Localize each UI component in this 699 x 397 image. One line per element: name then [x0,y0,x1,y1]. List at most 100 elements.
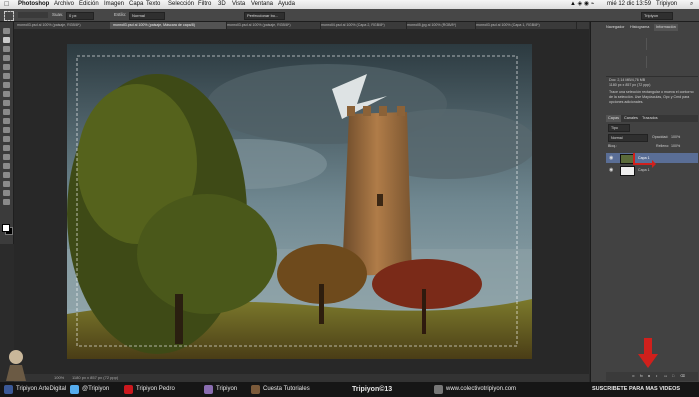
tab-trazados[interactable]: Trazados [642,115,658,122]
layer-style-icon[interactable]: fx [640,374,643,378]
apple-icon[interactable]:  [4,0,9,9]
workspace-select[interactable]: Tripiyon [641,12,673,20]
info-tool-hint: Trace una selección rectangular o mueva … [609,90,694,104]
crop-tool-icon[interactable] [3,64,10,70]
ct-text[interactable]: Cuesta Tutoriales [263,382,310,397]
brush-tool-icon[interactable] [3,91,10,97]
tab-informacion[interactable]: Información [654,24,678,31]
zoom-level[interactable]: 100% [54,374,64,382]
blur-tool-icon[interactable] [3,136,10,142]
spotlight-icon[interactable]: ⌕ [690,0,693,9]
menu-archivo[interactable]: Archivo [54,0,74,9]
tab-document-4[interactable]: monroll4.psd al 100% (Capa 2, RGB/8*) [318,22,407,29]
estilo-select[interactable]: Normal [129,12,165,20]
hand-tool-icon[interactable] [3,190,10,196]
history-brush-tool-icon[interactable] [3,109,10,115]
red-down-arrow-annotation [638,338,658,368]
info-readouts [606,32,698,77]
tab-navegador[interactable]: Navegador [606,24,625,31]
menu-filtro[interactable]: Filtro [198,0,211,9]
site-text[interactable]: www.colectivotripiyon.com [446,382,516,397]
blend-mode-select[interactable]: Normal [608,134,648,142]
menu-ventana[interactable]: Ventana [251,0,273,9]
social-bar: Tripiyon ArteDigital @Tripiyon Tripiyon … [0,382,699,397]
document-tabs: monroll3.psd al 100% (paisaje, RGB/8*) m… [14,22,589,29]
fill-value[interactable]: 100% [671,144,680,148]
tab-document-3[interactable]: monroll3.psd al 100% (paisaje, RGB/8*) [224,22,321,29]
clock: mié 12 dic 13:59 [607,1,652,7]
tab-document-1[interactable]: monroll3.psd al 100% (paisaje, RGB/8*) [14,22,113,29]
tab-histograma[interactable]: Histograma [630,24,649,31]
user-name[interactable]: Tripiyon [656,0,677,9]
refine-edge-button[interactable]: Perfeccionar bo... [244,12,285,20]
adjustment-layer-icon[interactable]: ◐ [656,374,658,378]
link-layers-icon[interactable]: ∞ [632,374,635,378]
delete-layer-icon[interactable]: ⌫ [680,374,685,378]
youtube-text[interactable]: Tripiyon Pedro [136,382,175,397]
options-bar: Suav. 0 px Estilo: Normal Perfeccionar b… [0,9,699,22]
layer-filter-select[interactable]: Tipo [608,124,630,132]
document-image[interactable] [67,44,532,359]
eraser-tool-icon[interactable] [3,118,10,124]
visibility-eye-icon[interactable]: ◉ [609,167,613,173]
visibility-eye-icon[interactable]: ◉ [609,155,613,161]
tab-document-6[interactable]: monroll3.psd al 100% (Capa 1, RGB/8*) [473,22,577,29]
tab-capas[interactable]: Capas [606,115,621,122]
menu-seleccion[interactable]: Selección [168,0,194,9]
type-tool-icon[interactable] [3,163,10,169]
menu-edicion[interactable]: Edición [79,0,99,9]
opacity-label: Opacidad: [652,135,669,139]
youtube-icon[interactable] [124,385,133,394]
move-tool-icon[interactable] [3,28,10,34]
blog-icon[interactable] [204,385,213,394]
facebook-text[interactable]: Tripiyon ArteDigital [16,382,66,397]
watermark-logo [2,345,30,381]
opacity-value[interactable]: 100% [671,135,680,139]
ct-icon[interactable] [251,385,260,394]
zoom-tool-icon[interactable] [3,199,10,205]
marquee-tool-icon[interactable] [4,11,14,21]
dodge-tool-icon[interactable] [3,145,10,151]
menu-bar:  Photoshop Archivo Edición Imagen Capa … [0,0,699,9]
gradient-tool-icon[interactable] [3,127,10,133]
lock-label: Bloq.: [608,144,618,148]
path-select-tool-icon[interactable] [3,172,10,178]
healing-tool-icon[interactable] [3,82,10,88]
layer-mask-icon[interactable]: ◘ [648,374,650,378]
menu-imagen[interactable]: Imagen [104,0,124,9]
tab-document-5[interactable]: monroll5.jpg al 100% (RGB/8*) [404,22,476,29]
tab-document-2[interactable]: monroll3.psd al 100% (paisaje, Máscara d… [110,22,227,29]
quick-select-tool-icon[interactable] [3,55,10,61]
app-menu[interactable]: Photoshop [18,0,49,9]
blog-text[interactable]: Tripiyon [216,382,237,397]
red-arrow-annotation [633,153,656,168]
pen-tool-icon[interactable] [3,154,10,160]
tab-canales[interactable]: Canales [624,115,638,122]
landscape-tower-image [67,44,532,359]
lasso-tool-icon[interactable] [3,46,10,52]
menu-capa[interactable]: Capa [129,0,143,9]
tools-panel [0,22,14,244]
status-bar: 100% 1180 px x 857 px (72 ppp) [14,374,589,382]
menu-vista[interactable]: Vista [232,0,245,9]
eyedropper-tool-icon[interactable] [3,73,10,79]
selection-mode-icons[interactable] [18,12,48,18]
facebook-icon[interactable] [4,385,13,394]
shape-tool-icon[interactable] [3,181,10,187]
new-group-icon[interactable]: ▭ [664,374,667,378]
twitter-text[interactable]: @Tripiyon [82,382,109,397]
stamp-tool-icon[interactable] [3,100,10,106]
subscribe-text: SUSCRIBETE PARA MAS VIDEOS [592,386,681,392]
marquee-tool-icon[interactable] [3,37,10,43]
site-icon[interactable] [434,385,443,394]
suavizar-label: Suav. [52,12,64,17]
menu-3d[interactable]: 3D [218,0,226,9]
fill-label: Relleno: [656,144,670,148]
new-layer-icon[interactable]: □ [672,374,674,378]
menu-ayuda[interactable]: Ayuda [278,0,295,9]
twitter-icon[interactable] [70,385,79,394]
foreground-color-swatch[interactable] [2,224,10,232]
suavizar-input[interactable]: 0 px [66,12,94,20]
menu-texto[interactable]: Texto [146,0,160,9]
info-doc-dimensions: 1180 px x 857 px (72 ppp) [609,83,651,87]
